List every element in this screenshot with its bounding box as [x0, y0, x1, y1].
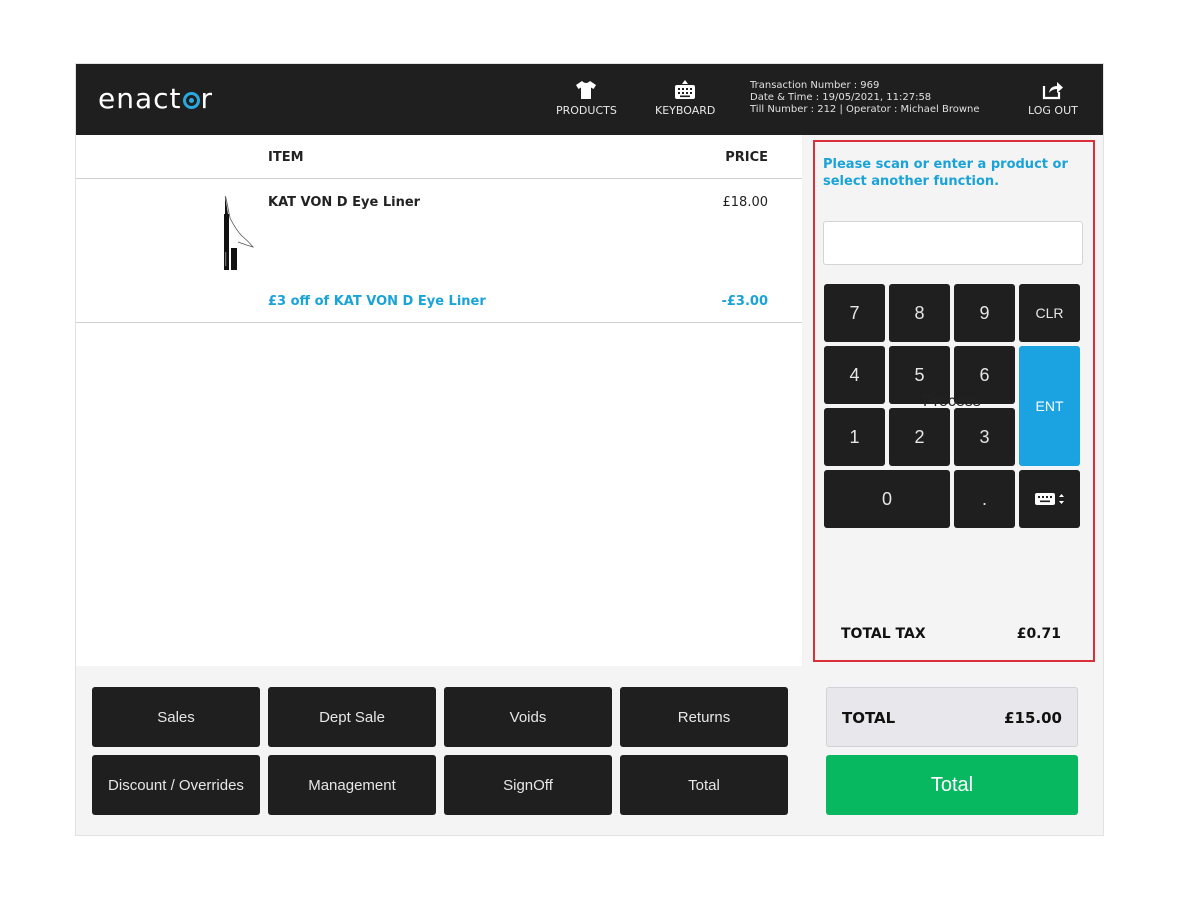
discount-overrides-button[interactable]: Discount / Overrides	[92, 755, 260, 815]
transaction-number: Transaction Number : 969	[750, 80, 880, 91]
tshirt-icon	[576, 81, 597, 99]
key-3[interactable]: 3	[954, 408, 1015, 466]
transaction-datetime: Date & Time : 19/05/2021, 11:27:58	[750, 92, 932, 103]
top-bar: enact r PRODUCTS KEYBOARD Transaction Num…	[76, 64, 1103, 135]
key-2[interactable]: 2	[889, 408, 950, 466]
logout-label: LOG OUT	[1028, 104, 1078, 117]
transaction-info: Transaction Number : 969 Date & Time : 1…	[750, 80, 980, 116]
keyboard-toggle-icon	[1034, 493, 1064, 505]
key-0[interactable]: 0	[824, 470, 950, 528]
discount-price: -£3.00	[721, 294, 768, 309]
total-summary: TOTAL £15.00	[826, 687, 1078, 747]
product-entry-input[interactable]	[823, 221, 1083, 265]
key-8[interactable]: 8	[889, 284, 950, 342]
total-value: £15.00	[1004, 709, 1062, 727]
returns-button[interactable]: Returns	[620, 687, 788, 747]
products-label: PRODUCTS	[556, 104, 617, 117]
logout-icon	[1042, 82, 1063, 100]
eyeliner-product-image	[224, 195, 255, 270]
decimal-key[interactable]: .	[954, 470, 1015, 528]
total-tax-label: TOTAL TAX	[841, 626, 926, 642]
prompt-message: Please scan or enter a product or select…	[823, 157, 1068, 189]
key-9[interactable]: 9	[954, 284, 1015, 342]
products-button[interactable]: PRODUCTS	[556, 80, 617, 117]
price-column-header: PRICE	[725, 150, 768, 165]
total-function-button[interactable]: Total	[620, 755, 788, 815]
key-4[interactable]: 4	[824, 346, 885, 404]
basket-row[interactable]: KAT VON D Eye Liner £18.00 £3 off of KAT…	[76, 180, 802, 323]
total-button[interactable]: Total	[826, 755, 1078, 815]
keyboard-label: KEYBOARD	[655, 104, 716, 117]
process-label: Process	[923, 393, 981, 410]
till-operator: Till Number : 212 | Operator : Michael B…	[750, 104, 980, 115]
item-column-header: ITEM	[268, 150, 304, 165]
keyboard-icon	[675, 80, 696, 99]
enactor-logo: enact r	[98, 82, 214, 115]
key-1[interactable]: 1	[824, 408, 885, 466]
enter-key[interactable]: ENT	[1019, 346, 1080, 466]
logo-o-mark	[182, 92, 200, 109]
entry-panel: Please scan or enter a product or select…	[813, 140, 1095, 662]
list-header: ITEM PRICE	[76, 135, 802, 179]
management-button[interactable]: Management	[268, 755, 436, 815]
keyboard-toggle-key[interactable]	[1019, 470, 1080, 528]
discount-name: £3 off of KAT VON D Eye Liner	[268, 294, 486, 309]
dept-sale-button[interactable]: Dept Sale	[268, 687, 436, 747]
item-name: KAT VON D Eye Liner	[268, 195, 421, 210]
total-tax-value: £0.71	[1016, 626, 1061, 642]
signoff-button[interactable]: SignOff	[444, 755, 612, 815]
sales-button[interactable]: Sales	[92, 687, 260, 747]
item-price: £18.00	[722, 195, 769, 210]
logout-button[interactable]: LOG OUT	[1028, 80, 1078, 117]
keyboard-button[interactable]: KEYBOARD	[655, 80, 715, 117]
voids-button[interactable]: Voids	[444, 687, 612, 747]
basket-list: ITEM PRICE KAT VON D Eye Liner £18.00 £3…	[76, 135, 802, 666]
clear-key[interactable]: CLR	[1019, 284, 1080, 342]
key-7[interactable]: 7	[824, 284, 885, 342]
total-label: TOTAL	[842, 709, 896, 727]
